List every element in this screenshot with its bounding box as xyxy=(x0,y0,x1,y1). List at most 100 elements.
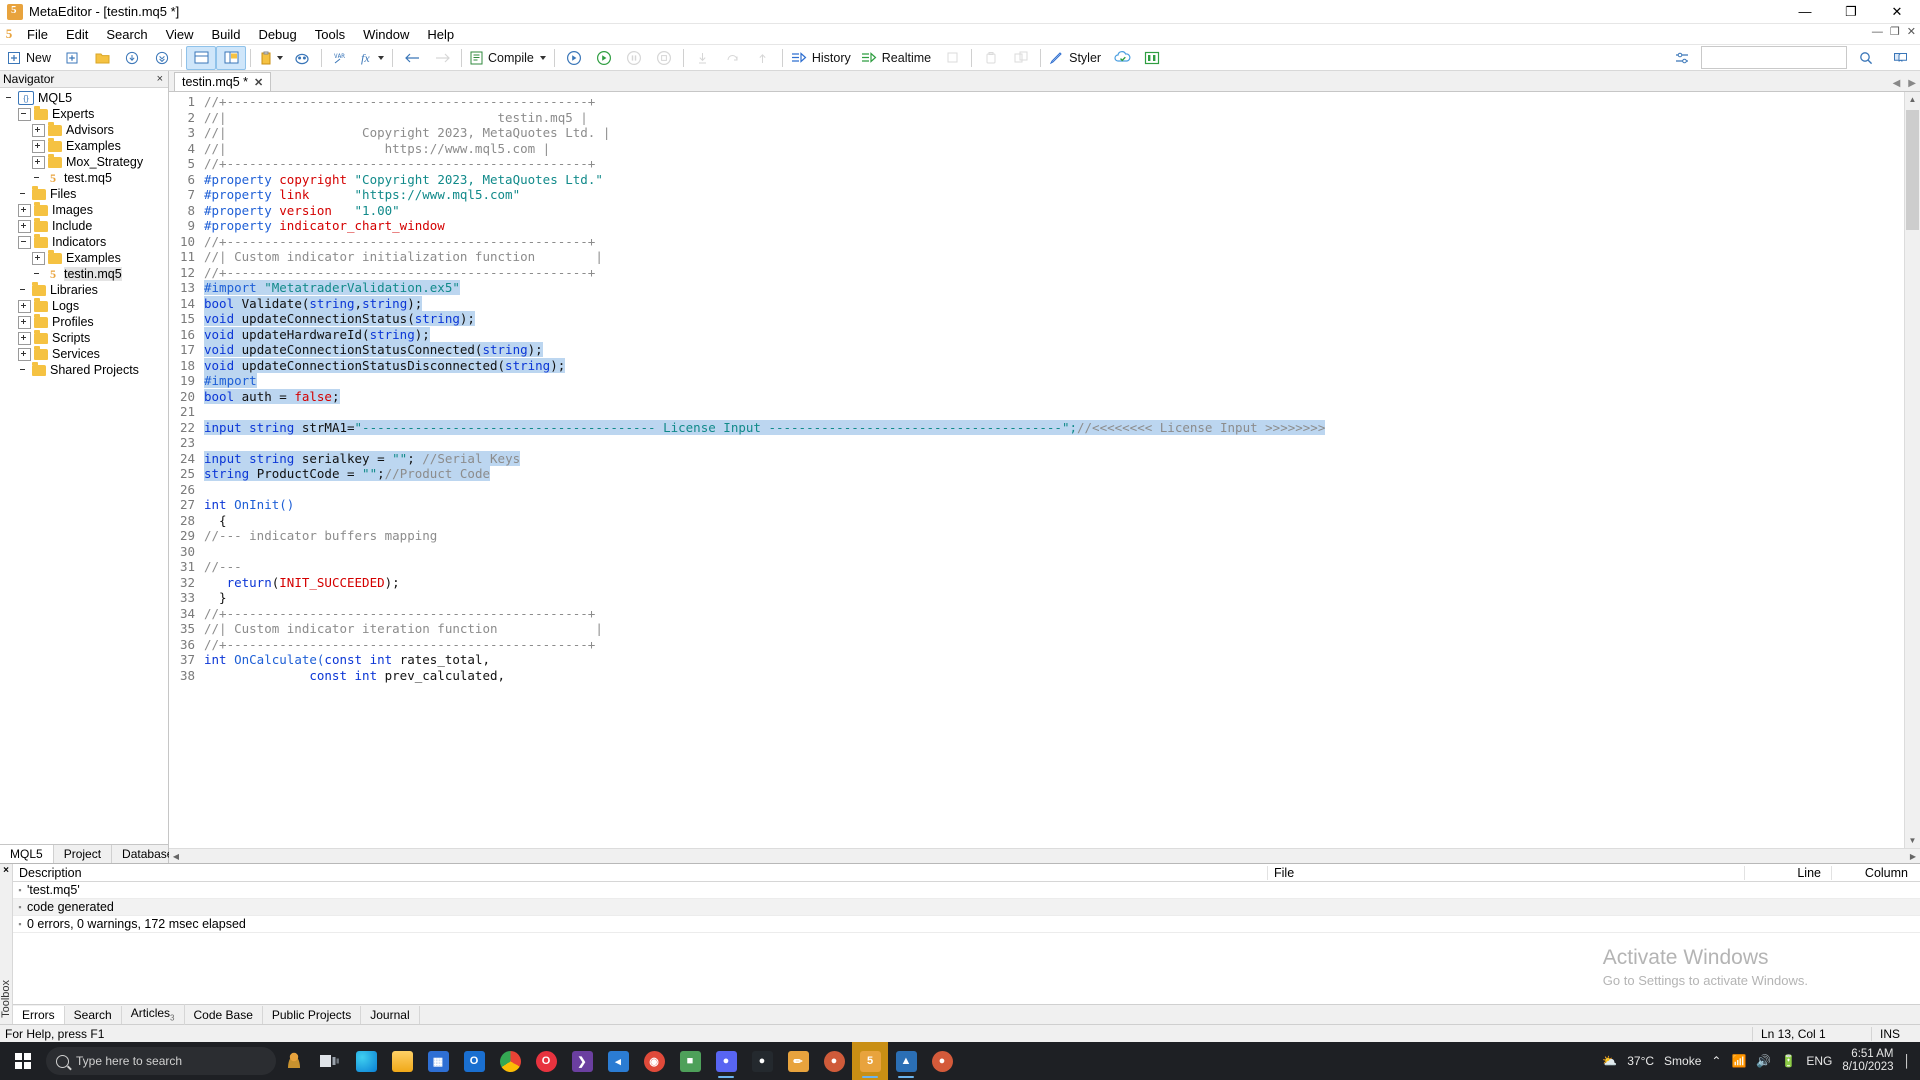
weather-icon[interactable]: ⛅ xyxy=(1602,1054,1617,1068)
menu-build[interactable]: Build xyxy=(203,25,250,44)
code-line[interactable]: 1 //+-----------------------------------… xyxy=(169,94,1904,110)
navigator-item[interactable]: Examples xyxy=(0,250,168,266)
help-button[interactable] xyxy=(1885,46,1915,70)
code-line[interactable]: 32 return(INIT_SUCCEEDED); xyxy=(169,575,1904,591)
notepad-icon[interactable]: ✏ xyxy=(780,1042,816,1080)
tab-scroll-right-icon[interactable]: ▶ xyxy=(1908,78,1916,89)
editor-tab-testin[interactable]: testin.mq5 * ✕ xyxy=(174,72,271,91)
code-line[interactable]: 12 //+----------------------------------… xyxy=(169,265,1904,281)
history-button[interactable]: History xyxy=(787,46,857,70)
code-line[interactable]: 29 //--- indicator buffers mapping xyxy=(169,528,1904,544)
navigator-item[interactable]: Shared Projects xyxy=(0,362,168,378)
toolbox-tab-search[interactable]: Search xyxy=(65,1006,122,1024)
start-button[interactable] xyxy=(0,1042,46,1080)
close-button[interactable]: ✕ xyxy=(1874,0,1920,23)
code-line[interactable]: 35 //| Custom indicator iteration functi… xyxy=(169,621,1904,637)
new-file-button[interactable]: New xyxy=(3,46,57,70)
code-text[interactable]: 1 //+-----------------------------------… xyxy=(169,92,1904,848)
find-in-files-button[interactable] xyxy=(287,46,317,70)
metaeditor-taskbar-icon[interactable]: 5 xyxy=(852,1042,888,1080)
minimize-button[interactable]: — xyxy=(1782,0,1828,23)
code-line[interactable]: 20 bool auth = false; xyxy=(169,389,1904,405)
tester-button[interactable] xyxy=(976,46,1006,70)
navigator-item[interactable]: Experts xyxy=(0,106,168,122)
column-header-description[interactable]: Description xyxy=(13,866,1267,880)
opera-icon[interactable]: O xyxy=(528,1042,564,1080)
code-line[interactable]: 4 //| https://www.mql5.com | xyxy=(169,141,1904,157)
code-line[interactable]: 14 bool Validate(string,string); xyxy=(169,296,1904,312)
clipboard-button[interactable] xyxy=(255,46,287,70)
menu-file[interactable]: File xyxy=(18,25,57,44)
doc-close-button[interactable]: ✕ xyxy=(1907,25,1916,38)
toolbox-row[interactable]: ▪0 errors, 0 warnings, 172 msec elapsed xyxy=(13,916,1920,933)
code-editor[interactable]: 1 //+-----------------------------------… xyxy=(169,92,1920,848)
save-button[interactable] xyxy=(117,46,147,70)
menu-window[interactable]: Window xyxy=(354,25,418,44)
cortana-icon[interactable] xyxy=(276,1042,312,1080)
editor-scroll-thumb[interactable] xyxy=(1906,110,1919,230)
expand-icon[interactable] xyxy=(32,140,45,153)
variables-button[interactable]: VAR xyxy=(326,46,356,70)
navigator-item[interactable]: 5testin.mq5 xyxy=(0,266,168,282)
edge-icon[interactable] xyxy=(348,1042,384,1080)
taskbar-search[interactable]: Type here to search xyxy=(46,1047,276,1075)
krita2-icon[interactable]: ● xyxy=(924,1042,960,1080)
battery-icon[interactable]: 🔋 xyxy=(1781,1054,1796,1068)
expand-icon[interactable] xyxy=(18,316,31,329)
toolbox-tab-codebase[interactable]: Code Base xyxy=(185,1006,263,1024)
code-line[interactable]: 33 } xyxy=(169,590,1904,606)
step-out-button[interactable] xyxy=(748,46,778,70)
compile-dropdown-icon[interactable] xyxy=(540,56,546,60)
navigator-item[interactable]: Logs xyxy=(0,298,168,314)
code-line[interactable]: 38 const int prev_calculated, xyxy=(169,668,1904,684)
toolbox-tab-articles[interactable]: Articles3 xyxy=(122,1004,185,1024)
hscroll-right-icon[interactable]: ▶ xyxy=(1906,852,1920,861)
expand-icon[interactable] xyxy=(18,300,31,313)
search-submit-icon[interactable] xyxy=(1851,46,1881,70)
code-line[interactable]: 28 { xyxy=(169,513,1904,529)
editor-vertical-scrollbar[interactable]: ▲ ▼ xyxy=(1904,92,1920,848)
language-indicator[interactable]: ENG xyxy=(1806,1054,1832,1068)
pause-button[interactable] xyxy=(619,46,649,70)
debug-button[interactable] xyxy=(559,46,589,70)
toolbox-row[interactable]: ▪code generated xyxy=(13,899,1920,916)
scroll-down-icon[interactable]: ▼ xyxy=(1905,833,1920,848)
column-header-column[interactable]: Column xyxy=(1831,866,1920,880)
doc-restore-button[interactable]: ❐ xyxy=(1890,25,1900,38)
navigator-item[interactable]: {}MQL5 xyxy=(0,90,168,106)
code-line[interactable]: 13 #import "MetatraderValidation.ex5" xyxy=(169,280,1904,296)
menu-edit[interactable]: Edit xyxy=(57,25,97,44)
code-line[interactable]: 27 int OnInit() xyxy=(169,497,1904,513)
step-into-button[interactable] xyxy=(688,46,718,70)
outlook-icon[interactable]: O xyxy=(456,1042,492,1080)
column-header-file[interactable]: File xyxy=(1267,866,1744,880)
tab-scroll-left-icon[interactable]: ◀ xyxy=(1893,78,1901,89)
toolbox-tab-journal[interactable]: Journal xyxy=(361,1006,419,1024)
vs-code-icon[interactable]: ◂ xyxy=(600,1042,636,1080)
doc-minimize-button[interactable]: — xyxy=(1872,26,1883,38)
menu-view[interactable]: View xyxy=(157,25,203,44)
save-all-button[interactable] xyxy=(147,46,177,70)
cloud-button[interactable] xyxy=(1107,46,1137,70)
code-line[interactable]: 34 //+----------------------------------… xyxy=(169,606,1904,622)
navigate-back-button[interactable] xyxy=(397,46,427,70)
clipboard-dropdown-icon[interactable] xyxy=(277,56,283,60)
code-line[interactable]: 9 #property indicator_chart_window xyxy=(169,218,1904,234)
code-line[interactable]: 25 string ProductCode = "";//Product Cod… xyxy=(169,466,1904,482)
code-line[interactable]: 11 //| Custom indicator initialization f… xyxy=(169,249,1904,265)
navigator-item[interactable]: Scripts xyxy=(0,330,168,346)
toggle-toolbox-button[interactable] xyxy=(216,46,246,70)
navigator-item[interactable]: Examples xyxy=(0,138,168,154)
nav-tab-mql5[interactable]: MQL5 xyxy=(0,845,54,863)
obs-icon[interactable]: ◉ xyxy=(636,1042,672,1080)
visual-studio-icon[interactable]: ❯ xyxy=(564,1042,600,1080)
toolbox-close-icon[interactable]: × xyxy=(3,864,9,876)
compile-button[interactable]: Compile xyxy=(466,46,550,70)
menu-tools[interactable]: Tools xyxy=(306,25,354,44)
mql5-community-button[interactable] xyxy=(1137,46,1167,70)
toggle-navigator-button[interactable] xyxy=(186,46,216,70)
task-view-icon[interactable] xyxy=(312,1042,348,1080)
stop-button[interactable] xyxy=(649,46,679,70)
navigator-item[interactable]: Files xyxy=(0,186,168,202)
open-folder-button[interactable] xyxy=(87,46,117,70)
